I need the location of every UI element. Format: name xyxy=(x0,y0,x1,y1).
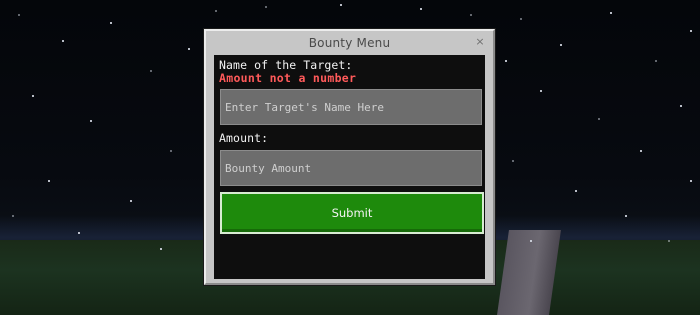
star xyxy=(340,4,342,6)
star xyxy=(62,40,64,42)
amount-field[interactable] xyxy=(220,150,482,186)
star xyxy=(560,44,562,46)
star xyxy=(610,12,612,14)
star xyxy=(505,60,507,62)
dialog-title: Bounty Menu xyxy=(308,36,391,50)
star xyxy=(680,105,682,107)
star xyxy=(18,14,20,16)
star xyxy=(512,160,514,162)
star xyxy=(690,30,692,32)
star xyxy=(420,8,422,10)
close-icon[interactable]: × xyxy=(473,35,487,49)
star xyxy=(130,200,132,202)
star xyxy=(110,22,112,24)
star xyxy=(575,190,577,192)
star xyxy=(215,10,217,12)
bounty-amount-input[interactable] xyxy=(225,151,481,185)
amount-label: Amount: xyxy=(219,131,269,145)
bounty-menu-dialog: Bounty Menu × Name of the Target: Amount… xyxy=(204,29,495,285)
star xyxy=(540,90,542,92)
error-message: Amount not a number xyxy=(219,71,357,85)
star xyxy=(690,180,692,182)
star xyxy=(655,60,657,62)
submit-button-label: Submit xyxy=(331,206,373,220)
star xyxy=(90,120,92,122)
target-name-input[interactable] xyxy=(225,90,481,124)
star xyxy=(625,215,627,217)
star xyxy=(32,95,34,97)
submit-button[interactable]: Submit xyxy=(220,192,484,234)
target-name-label: Name of the Target: xyxy=(219,58,353,72)
star xyxy=(470,14,472,16)
star xyxy=(640,150,642,152)
star xyxy=(48,180,50,182)
star xyxy=(150,70,152,72)
star xyxy=(188,48,190,50)
star xyxy=(668,240,670,242)
star xyxy=(12,215,14,217)
star xyxy=(170,150,172,152)
target-name-field[interactable] xyxy=(220,89,482,125)
star xyxy=(598,118,600,120)
star xyxy=(265,6,267,8)
star xyxy=(520,18,522,20)
dialog-title-bar: Bounty Menu xyxy=(206,31,493,55)
star xyxy=(530,240,532,242)
form-panel: Name of the Target: Amount not a number … xyxy=(214,55,485,279)
star xyxy=(160,248,162,250)
star xyxy=(78,232,80,234)
